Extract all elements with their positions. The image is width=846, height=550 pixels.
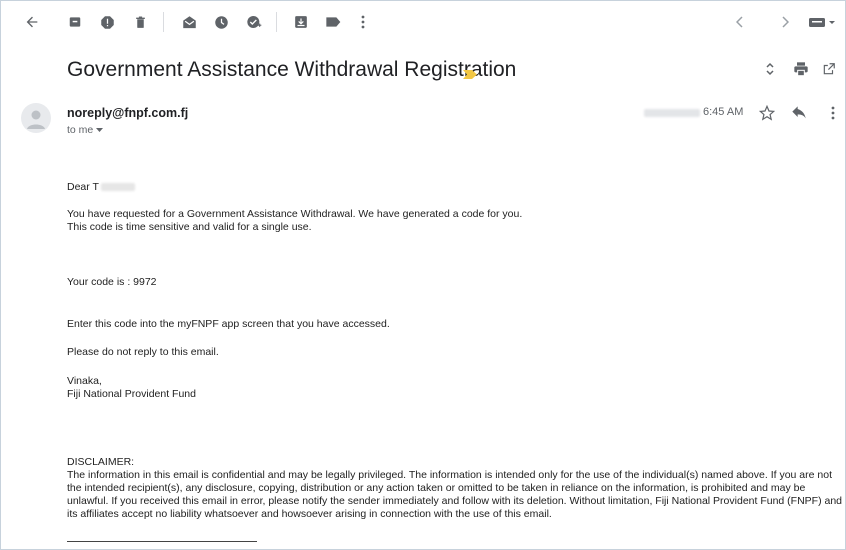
caret-down-icon [96,127,104,132]
to-me-label: to me [67,124,94,136]
avatar [21,103,51,133]
next-icon[interactable] [776,13,794,31]
redacted-date [644,109,700,117]
add-to-tasks-icon[interactable] [245,13,263,31]
no-reply-line: Please do not reply to this email. [67,346,219,358]
move-to-icon[interactable] [292,13,310,31]
open-new-window-icon[interactable] [820,60,838,78]
snooze-icon[interactable] [212,13,230,31]
more-options-icon[interactable] [824,104,842,122]
recipient-details[interactable]: to me [67,124,104,136]
reply-icon[interactable] [790,104,808,122]
star-icon[interactable] [758,104,776,122]
signoff: Vinaka, [67,375,102,387]
mark-unread-icon[interactable] [180,13,198,31]
keyboard-icon[interactable] [807,13,837,31]
importance-marker-icon[interactable] [462,66,478,84]
body-line-1: You have requested for a Government Assi… [67,208,523,220]
disclaimer: DISCLAIMER: The information in this emai… [67,456,843,521]
greeting-text: Dear T [67,181,99,193]
archive-icon[interactable] [66,13,84,31]
signature-rule [67,541,257,542]
more-vert-icon[interactable] [354,13,372,31]
email-time: 6:45 AM [703,106,744,118]
prev-icon[interactable] [731,13,749,31]
toolbar [0,0,846,44]
code-line: Your code is : 9972 [67,276,157,288]
toolbar-divider [276,12,277,32]
body-line-2: This code is time sensitive and valid fo… [67,221,312,233]
report-spam-icon[interactable] [98,13,116,31]
toolbar-divider [163,12,164,32]
organization-name: Fiji National Provident Fund [67,388,196,400]
delete-icon[interactable] [131,13,149,31]
labels-icon[interactable] [324,13,342,31]
back-arrow-icon[interactable] [23,13,41,31]
expand-collapse-icon[interactable] [761,60,779,78]
email-subject: Government Assistance Withdrawal Registr… [67,58,517,81]
enter-code-line: Enter this code into the myFNPF app scre… [67,318,390,330]
print-icon[interactable] [792,60,810,78]
disclaimer-title: DISCLAIMER: [67,456,135,468]
disclaimer-text: The information in this email is confide… [67,468,843,520]
redacted-name [100,183,135,192]
sender-email[interactable]: noreply@fnpf.com.fj [67,106,188,120]
greeting: Dear T [67,181,135,194]
